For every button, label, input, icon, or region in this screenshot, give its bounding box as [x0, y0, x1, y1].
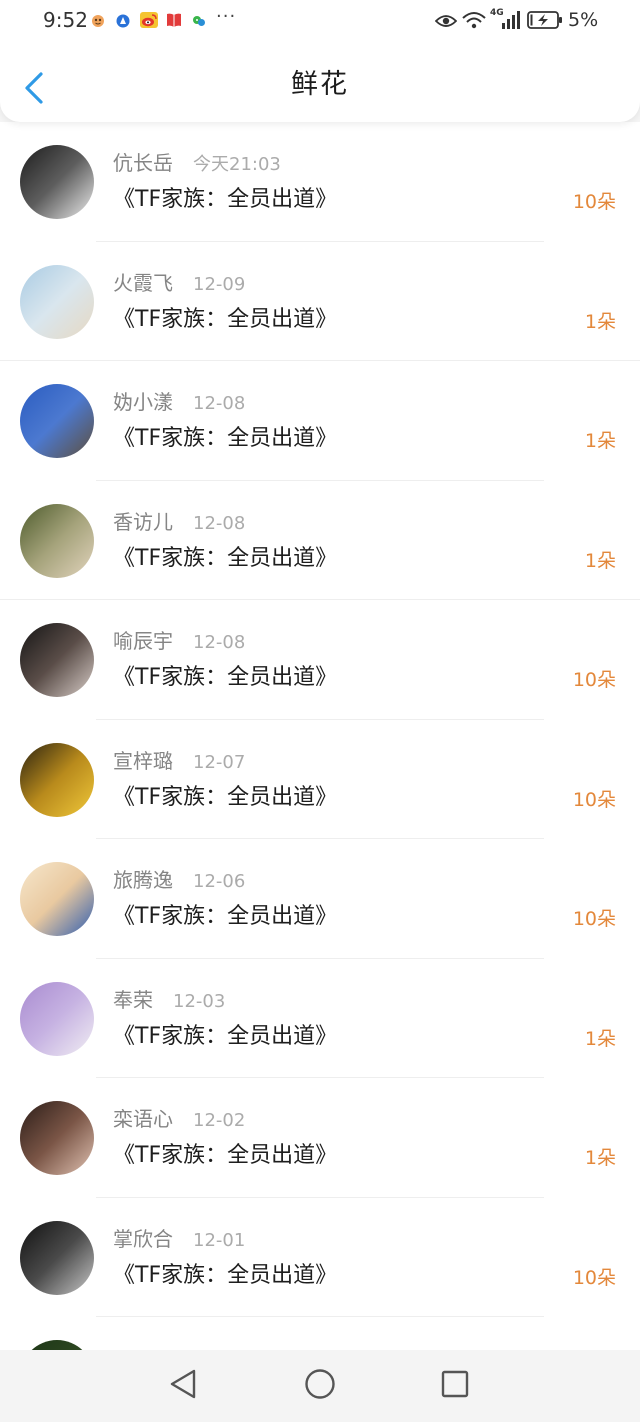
sender-name: 旅腾逸: [113, 868, 173, 892]
weibo-icon: [140, 12, 158, 32]
item-meta: 宣梓璐 12-07: [113, 749, 245, 775]
sender-name: 火霞飞: [113, 270, 173, 295]
list-item[interactable]: 奉荣 12-03 《TF家族：全员出道》 1朵: [0, 958, 640, 1078]
flower-count: 1朵: [584, 1147, 616, 1169]
page-header: 鲜花: [0, 42, 640, 122]
send-date: 12-09: [193, 273, 246, 295]
avatar[interactable]: [20, 742, 94, 817]
sender-name: 奉荣: [113, 987, 153, 1012]
book-title: 《TF家族：全员出道》: [113, 904, 338, 929]
sender-name: 妫小漾: [113, 390, 173, 414]
flower-list[interactable]: 伉长岳 今天21:03 《TF家族：全员出道》 10朵 火霞飞 12-09 《T…: [0, 122, 640, 1350]
flower-count: 10朵: [572, 669, 616, 691]
item-meta: 伉长岳 今天21:03: [113, 151, 281, 177]
status-time: 9:52: [43, 8, 88, 32]
avatar[interactable]: [20, 384, 94, 458]
book-app-icon: [166, 12, 182, 32]
book-title: 《TF家族：全员出道》: [113, 1262, 338, 1288]
book-title: 《TF家族：全员出道》: [113, 187, 338, 212]
sender-name: 喻辰宇: [113, 629, 173, 653]
list-item[interactable]: 伉长岳 今天21:03 《TF家族：全员出道》 10朵: [0, 122, 640, 242]
blue-app-icon: [116, 13, 130, 32]
item-meta: 火霞飞 12-09: [113, 271, 245, 297]
flower-count: 10朵: [572, 788, 616, 811]
green-app-icon: [192, 13, 206, 32]
send-date: 12-08: [193, 393, 246, 414]
avatar[interactable]: [20, 623, 94, 697]
flower-count: 1朵: [584, 1027, 616, 1050]
status-bar: 9:52 ··· 4G 5%: [0, 0, 640, 42]
eye-icon: [434, 13, 458, 32]
list-item[interactable]: 旅腾逸 12-06 《TF家族：全员出道》 10朵: [0, 839, 640, 959]
send-date: 12-08: [193, 632, 246, 653]
wifi-icon: [461, 10, 487, 34]
list-item[interactable]: 喻辰宇 12-08 《TF家族：全员出道》 10朵: [0, 600, 640, 720]
list-item[interactable]: [0, 1317, 640, 1350]
send-date: 今天21:03: [193, 154, 281, 175]
sender-name: 宣梓璐: [113, 748, 173, 773]
avatar[interactable]: [20, 503, 94, 578]
flower-count: 10朵: [572, 1266, 616, 1289]
avatar[interactable]: [20, 862, 94, 936]
book-title: 《TF家族：全员出道》: [113, 545, 338, 571]
avatar[interactable]: [20, 1101, 94, 1175]
nav-home-button[interactable]: [304, 1368, 336, 1404]
send-date: 12-03: [173, 990, 226, 1012]
list-item[interactable]: 火霞飞 12-09 《TF家族：全员出道》 1朵: [0, 241, 640, 361]
nav-back-button[interactable]: [167, 1368, 199, 1404]
battery-charging-icon: [527, 11, 563, 33]
page-title: 鲜花: [291, 69, 349, 100]
list-item[interactable]: 栾语心 12-02 《TF家族：全员出道》 1朵: [0, 1078, 640, 1198]
book-title: 《TF家族：全员出道》: [113, 784, 338, 810]
avatar[interactable]: [20, 145, 94, 219]
signal-icon: [502, 11, 520, 33]
flower-count: 1朵: [584, 310, 616, 333]
send-date: 12-07: [193, 751, 246, 773]
list-item[interactable]: 香访儿 12-08 《TF家族：全员出道》 1朵: [0, 480, 640, 600]
system-nav-bar: [0, 1350, 640, 1422]
square-recents-icon[interactable]: [440, 1369, 470, 1403]
list-item[interactable]: 掌欣合 12-01 《TF家族：全员出道》 10朵: [0, 1197, 640, 1317]
flower-count: 1朵: [584, 430, 616, 452]
sender-name: 伉长岳: [113, 151, 173, 175]
more-notifications-icon: ···: [216, 6, 237, 27]
avatar[interactable]: [20, 1340, 94, 1350]
battery-percent: 5%: [568, 9, 599, 31]
list-item[interactable]: 宣梓璐 12-07 《TF家族：全员出道》 10朵: [0, 719, 640, 839]
book-title: 《TF家族：全员出道》: [113, 665, 338, 690]
send-date: 12-01: [193, 1229, 246, 1251]
item-meta: 香访儿 12-08: [113, 510, 245, 536]
avatar[interactable]: [20, 264, 94, 339]
book-title: 《TF家族：全员出道》: [113, 1023, 338, 1049]
book-title: 《TF家族：全员出道》: [113, 1143, 338, 1168]
send-date: 12-08: [193, 512, 246, 534]
send-date: 12-06: [193, 871, 246, 892]
book-title: 《TF家族：全员出道》: [113, 426, 338, 451]
item-meta: 栾语心 12-02: [113, 1107, 245, 1133]
sender-name: 栾语心: [113, 1107, 173, 1131]
avatar[interactable]: [20, 981, 94, 1056]
item-meta: 妫小漾 12-08: [113, 390, 245, 416]
item-meta: 奉荣 12-03: [113, 988, 225, 1014]
sender-name: 香访儿: [113, 509, 173, 534]
app-notification-icon: [91, 13, 105, 32]
flower-count: 10朵: [572, 191, 616, 213]
top-bar: 9:52 ··· 4G 5% 鲜花: [0, 0, 640, 122]
circle-home-icon[interactable]: [304, 1368, 336, 1404]
list-item[interactable]: 妫小漾 12-08 《TF家族：全员出道》 1朵: [0, 361, 640, 481]
triangle-back-icon[interactable]: [168, 1368, 198, 1404]
avatar[interactable]: [20, 1220, 94, 1295]
sender-name: 掌欣合: [113, 1226, 173, 1251]
item-meta: 旅腾逸 12-06: [113, 868, 245, 894]
flower-count: 1朵: [584, 549, 616, 572]
nav-recents-button[interactable]: [439, 1370, 471, 1402]
book-title: 《TF家族：全员出道》: [113, 306, 338, 332]
item-meta: 掌欣合 12-01: [113, 1227, 245, 1253]
send-date: 12-02: [193, 1110, 246, 1131]
item-meta: 喻辰宇 12-08: [113, 629, 245, 655]
flower-count: 10朵: [572, 908, 616, 930]
